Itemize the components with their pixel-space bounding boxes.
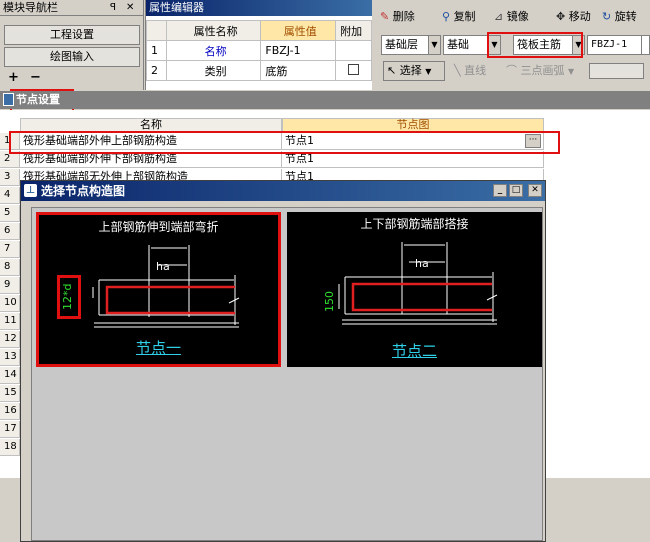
toolbar: ✎ 删除 ⚲ 复制 ⊿ 镜像 ✥ 移动 ↻ 旋转 基础层 ▼ 基础 ▼ 筏板主筋 ▼ … (373, 0, 650, 90)
col-name-header: 名称 (20, 118, 282, 132)
row-node[interactable]: 节点1 (282, 151, 544, 168)
arc-options-select[interactable] (589, 63, 644, 79)
col-node-header: 节点图 (282, 118, 544, 132)
node-option-2[interactable]: 上下部钢筋端部搭接 ha 150 节点二 (287, 212, 542, 367)
chevron-down-icon: ▼ (425, 67, 432, 76)
type-value[interactable]: 底筋 (260, 60, 337, 81)
move-icon: ✥ (556, 10, 566, 23)
close-button[interactable]: ✕ (528, 184, 542, 197)
chevron-down-icon: ▼ (428, 36, 440, 54)
extra-select[interactable] (641, 35, 650, 55)
rotate-icon: ↻ (602, 10, 612, 23)
node-label[interactable]: 节点二 (287, 340, 542, 361)
expand-all-icon[interactable]: + (8, 70, 19, 85)
category-select[interactable]: 基础 ▼ (443, 35, 501, 55)
prop-editor-header: 属性编辑器 (146, 0, 372, 16)
dialog-titlebar: ⊥ 选择节点构造图 _ □ ✕ (21, 181, 545, 201)
minimize-button[interactable]: _ (493, 184, 507, 197)
prop-editor-title: 属性编辑器 (149, 1, 204, 14)
copy-icon: ⚲ (442, 10, 451, 23)
row-name: 筏形基础端部外伸上部钢筋构造 (20, 133, 282, 150)
module-nav-panel: 模块导航栏 ꟼ ✕ 工程设置 绘图输入 + − (0, 0, 144, 90)
ha-label: ha (415, 257, 429, 270)
select-node-dialog: ⊥ 选择节点构造图 _ □ ✕ 上部钢筋伸到端部弯折 ha 12*d 节点一 上… (20, 180, 546, 542)
dialog-title: 选择节点构造图 (41, 184, 126, 198)
chevron-down-icon: ▼ (572, 36, 584, 54)
delete-icon: ✎ (380, 10, 390, 23)
nav-header: 模块导航栏 ꟼ ✕ (0, 0, 143, 16)
node-label[interactable]: 节点一 (39, 337, 278, 358)
node-settings-header: 节点设置 (0, 91, 650, 109)
node-option-1[interactable]: 上部钢筋伸到端部弯折 ha 12*d 节点一 (36, 212, 281, 367)
cursor-icon: ↖ (387, 64, 397, 77)
dimension-label: 12*d (61, 283, 74, 310)
mirror-button[interactable]: ⊿ 镜像 (491, 6, 532, 28)
dimension-label: 150 (323, 291, 336, 312)
project-settings-button[interactable]: 工程设置 (4, 25, 140, 45)
col-extra: 附加 (335, 20, 372, 41)
collapse-all-icon[interactable]: − (30, 70, 41, 85)
ellipsis-button[interactable]: ··· (525, 134, 541, 148)
element-select[interactable]: 筏板主筋 ▼ (513, 35, 585, 55)
mirror-icon: ⊿ (494, 10, 504, 23)
ha-label: ha (156, 260, 170, 273)
delete-button[interactable]: ✎ 删除 (377, 6, 418, 28)
copy-button[interactable]: ⚲ 复制 (439, 6, 479, 28)
col-property-value: 属性值 (260, 20, 337, 41)
line-button[interactable]: ╲ 直线 (451, 61, 489, 81)
pin-icon[interactable]: ꟼ (110, 0, 116, 16)
layer-select[interactable]: 基础层 ▼ (381, 35, 441, 55)
select-button[interactable]: ↖ 选择 ▼ (383, 61, 445, 81)
rotate-button[interactable]: ↻ 旋转 (599, 6, 640, 28)
arc-button[interactable]: ⌒ 三点画弧 ▼ (503, 61, 577, 81)
dialog-body: 上部钢筋伸到端部弯折 ha 12*d 节点一 上下部钢筋端部搭接 ha 150 … (31, 207, 543, 541)
move-button[interactable]: ✥ 移动 (553, 6, 594, 28)
drawing-input-button[interactable]: 绘图输入 (4, 47, 140, 67)
nav-close-icon[interactable]: ✕ (126, 0, 134, 16)
property-editor: 属性编辑器 属性名称 属性值 附加 1 名称 FBZJ-1 2 类别 底筋 (145, 0, 372, 90)
table-row: 1 名称 FBZJ-1 (146, 40, 372, 61)
extra-checkbox[interactable] (348, 63, 360, 75)
chevron-down-icon: ▼ (488, 36, 500, 54)
line-icon: ╲ (454, 64, 461, 77)
app-icon: ⊥ (24, 184, 37, 197)
chevron-down-icon: ▼ (568, 67, 575, 76)
row-name: 筏形基础端部外伸下部钢筋构造 (20, 151, 282, 168)
table-row: 2 类别 底筋 (146, 60, 372, 81)
nav-title: 模块导航栏 (3, 1, 58, 14)
row-node[interactable]: 节点1 ··· (282, 133, 544, 150)
node-settings-icon (3, 93, 14, 106)
col-property-name: 属性名称 (165, 20, 262, 41)
arc-icon: ⌒ (506, 64, 517, 77)
property-table: 属性名称 属性值 附加 1 名称 FBZJ-1 2 类别 底筋 (146, 20, 372, 81)
maximize-button[interactable]: □ (509, 184, 523, 197)
name-value[interactable]: FBZJ-1 (260, 40, 337, 61)
